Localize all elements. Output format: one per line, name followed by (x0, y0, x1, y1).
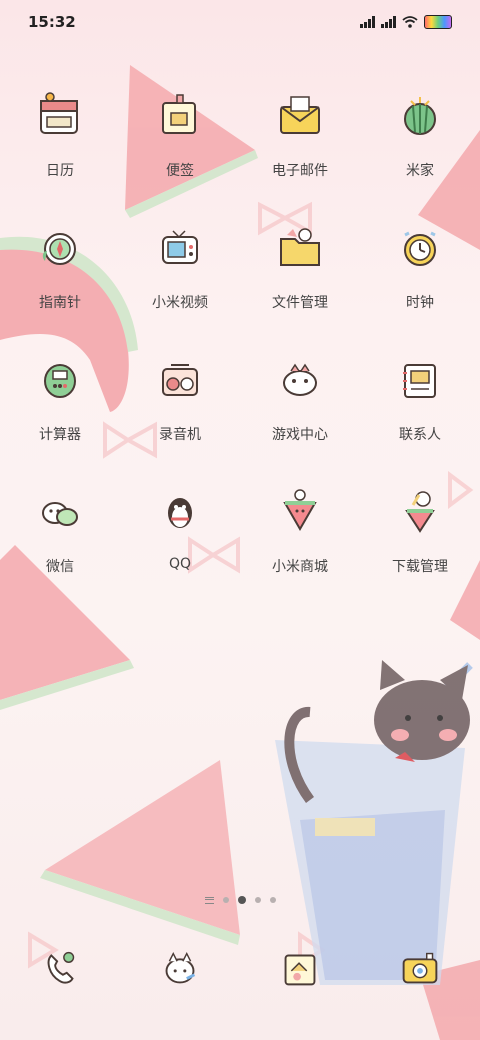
email-icon (270, 86, 330, 146)
dock-phone[interactable] (0, 940, 120, 996)
app-download[interactable]: 下载管理 (360, 482, 480, 575)
app-mijia[interactable]: 米家 (360, 86, 480, 179)
app-compass[interactable]: 指南针 (0, 218, 120, 311)
game-center-icon (270, 350, 330, 410)
app-contacts[interactable]: 联系人 (360, 350, 480, 443)
notes-icon (150, 86, 210, 146)
app-label: 文件管理 (272, 295, 328, 311)
app-label: QQ (168, 556, 192, 572)
messages-icon (152, 940, 208, 996)
battery-icon (424, 15, 452, 29)
app-mi-store[interactable]: 小米商城 (240, 482, 360, 575)
app-label: 小米视频 (152, 295, 208, 311)
app-label: 指南针 (39, 295, 81, 311)
app-label: 下载管理 (392, 559, 448, 575)
app-clock[interactable]: 时钟 (360, 218, 480, 311)
compass-icon (30, 218, 90, 278)
app-label: 小米商城 (272, 559, 328, 575)
app-label: 时钟 (406, 295, 434, 311)
dock-browser[interactable] (240, 940, 360, 996)
qq-icon (150, 482, 210, 542)
app-label: 计算器 (39, 427, 81, 443)
dock (0, 940, 480, 996)
app-wechat[interactable]: 微信 (0, 482, 120, 575)
app-label: 联系人 (399, 427, 441, 443)
app-label: 日历 (46, 163, 74, 179)
phone-icon (32, 940, 88, 996)
app-label: 便签 (166, 163, 194, 179)
signal-icon-2 (381, 16, 396, 28)
signal-icon (360, 16, 375, 28)
app-label: 游戏中心 (272, 427, 328, 443)
video-icon (150, 218, 210, 278)
page-dot[interactable] (254, 897, 261, 903)
app-calculator[interactable]: 计算器 (0, 350, 120, 443)
download-icon (390, 482, 450, 542)
app-qq[interactable]: QQ (120, 482, 240, 574)
dock-messages[interactable] (120, 940, 240, 996)
app-email[interactable]: 电子邮件 (240, 86, 360, 179)
contacts-icon (390, 350, 450, 410)
mijia-icon (390, 86, 450, 146)
app-video[interactable]: 小米视频 (120, 218, 240, 311)
app-recorder[interactable]: 录音机 (120, 350, 240, 443)
app-label: 录音机 (159, 427, 201, 443)
browser-icon (272, 940, 328, 996)
folder-icon (270, 218, 330, 278)
app-grid: 日历 便签 电子邮件 米家指南针 小米视频 文件管理 时钟计算器 录音机 游戏中心 联系人微信 QQ… (0, 86, 480, 575)
mi-store-icon (270, 482, 330, 542)
recorder-icon (150, 350, 210, 410)
app-label: 微信 (46, 559, 74, 575)
status-time: 15:32 (28, 13, 76, 31)
page-dot[interactable] (269, 897, 276, 903)
wifi-icon (402, 16, 418, 28)
app-folder[interactable]: 文件管理 (240, 218, 360, 311)
status-bar: 15:32 (0, 0, 480, 44)
app-calendar[interactable]: 日历 (0, 86, 120, 179)
status-icons (360, 15, 452, 29)
app-notes[interactable]: 便签 (120, 86, 240, 179)
app-label: 米家 (406, 163, 434, 179)
app-game-center[interactable]: 游戏中心 (240, 350, 360, 443)
calendar-icon (30, 86, 90, 146)
camera-icon (392, 940, 448, 996)
wechat-icon (30, 482, 90, 542)
page-dot[interactable] (222, 897, 229, 903)
app-label: 电子邮件 (272, 163, 328, 179)
dock-camera[interactable] (360, 940, 480, 996)
page-indicator (0, 896, 480, 904)
calculator-icon (30, 350, 90, 410)
clock-icon (390, 218, 450, 278)
page-list-icon[interactable] (204, 896, 214, 904)
page-dot-active[interactable] (237, 896, 246, 904)
